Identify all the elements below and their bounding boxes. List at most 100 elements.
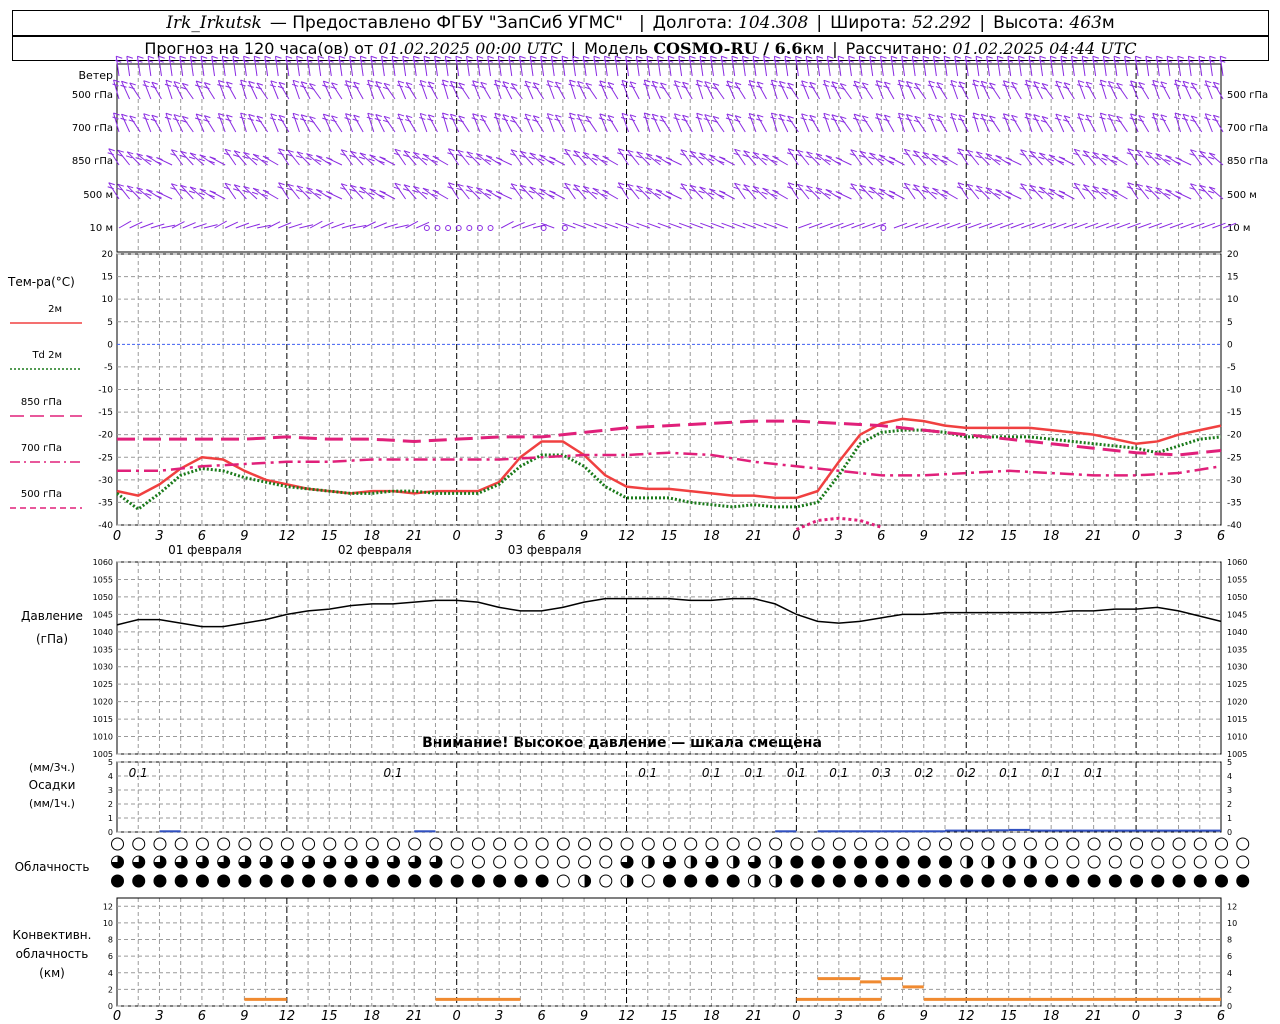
wind-barb [300,81,311,100]
wind-barb-flag [277,152,284,156]
wind-barb [1081,56,1086,77]
conv-xtick-label: 15 [1000,1009,1017,1024]
precip-bar [1178,829,1200,832]
wind-barb-flag [954,55,961,59]
wind-barb [1187,56,1192,77]
temp-legend-label: 500 гПа [21,489,62,500]
pressure-ytick-label: 1020 [93,698,113,707]
wind-barb-flag [444,59,451,63]
wind-barb [1212,114,1224,133]
cloud-cover-symbol [705,837,719,851]
cloud-cover-symbol-fill [627,875,634,887]
wind-barb-flag [316,59,324,63]
cloud-cover-symbol [535,837,549,851]
wind-barb [1212,81,1224,100]
wind-barb-flag [307,55,314,59]
wind-barb [278,115,290,133]
wind-barb [1025,80,1033,100]
wind-barb-flag [413,55,420,59]
chart-layer: 500 гПа 500 гПа 700 гПа 700 гПа 850 гПа 850 г… [10,55,1268,1024]
wind-barb-flag [953,59,960,63]
wind-barb-flag [935,119,943,123]
wind-barb [317,56,322,77]
wind-barb [720,56,725,77]
pressure-panel-unit: (гПа) [36,632,68,646]
precip-amount-label: 0.1 [383,766,402,780]
precip-amount-label: 0.1 [1084,766,1103,780]
cloud-cover-symbol [514,855,528,869]
wind-barb [500,220,514,229]
precip-bar [966,829,988,832]
wind-barb [805,56,810,77]
wind-barb-flag [985,59,992,63]
wind-barb [869,56,874,77]
temp-ytick-label-right: -30 [1227,476,1242,486]
wind-barb-flag [805,59,812,63]
wind-barb-flag [816,55,823,59]
wind-barb-flag [733,119,741,123]
wind-barb [629,114,640,133]
wind-barb [883,114,895,133]
wind-barb [975,56,980,77]
wind-barb-flag [1188,55,1195,59]
conv-xtick-label: 18 [1043,1009,1060,1024]
precip-bar [923,830,945,833]
cloud-cover-symbol-fill [584,875,591,887]
wind-barb-flag [382,119,390,123]
wind-level-label: 850 гПа [72,156,113,167]
temp-ytick-label-right: -20 [1227,431,1242,441]
wind-barb-flag [369,59,377,63]
wind-barb [577,81,587,100]
cloud-cover-symbol [1236,837,1250,851]
wind-barb [248,114,258,133]
day-label: 03 февраля [508,543,582,557]
conv-xtick-label: 18 [363,1009,380,1024]
cloud-cover-symbol [790,855,804,869]
cloud-cover-symbol [344,837,358,851]
wind-barb-flag [421,157,429,161]
wind-barb-flag [1060,55,1068,59]
wind-barb-flag [997,55,1004,59]
pressure-ytick-label: 1045 [93,610,113,619]
wind-barb-flag [243,55,250,59]
wind-barb-flag [368,158,375,162]
wind-barb [274,56,279,77]
temp-ytick-label: -15 [98,408,113,418]
cloud-cover-symbol [641,874,655,888]
precip-bar [817,830,839,833]
cloud-cover-symbol [875,837,889,851]
wind-barb-flag [975,55,983,59]
wind-barb-flag [591,157,598,161]
conv-xtick-label: 3 [155,1009,163,1024]
wind-barb [322,113,332,133]
precip-amount-label: 0.1 [829,766,848,780]
wind-barb-flag [922,55,930,59]
wind-barb-flag [1091,59,1098,63]
wind-barb-flag [330,119,337,123]
cloud-cover-symbol [1066,855,1080,869]
wind-barb-flag [285,55,293,59]
cloud-cover-symbol [790,837,804,851]
wind-barb-flag [107,152,114,156]
wind-barb-flag [708,158,715,162]
precip-amount-label: 0.1 [638,766,657,780]
wind-barb-flag [405,119,412,123]
temp-ytick-label: 10 [102,295,114,305]
cloud-cover-symbol [896,855,910,869]
wind-barb-flag [584,86,592,90]
cloud-cover-symbol [238,874,252,888]
wind-barb [914,116,927,133]
wind-barb-flag [932,59,939,63]
precip-bar [881,830,903,833]
wind-barb [1073,182,1086,200]
wind-barb [383,116,396,133]
wind-barb-flag [912,55,919,59]
wind-barb-flag [572,55,579,59]
wind-barb-flag [795,55,802,59]
wind-barb [235,222,250,229]
wind-barb [778,81,789,100]
cloud-cover-symbol [832,874,846,888]
cloud-cover-symbol [387,837,400,851]
cloud-cover-symbol [1172,874,1186,888]
precip-ytick-label: 1 [108,814,113,823]
